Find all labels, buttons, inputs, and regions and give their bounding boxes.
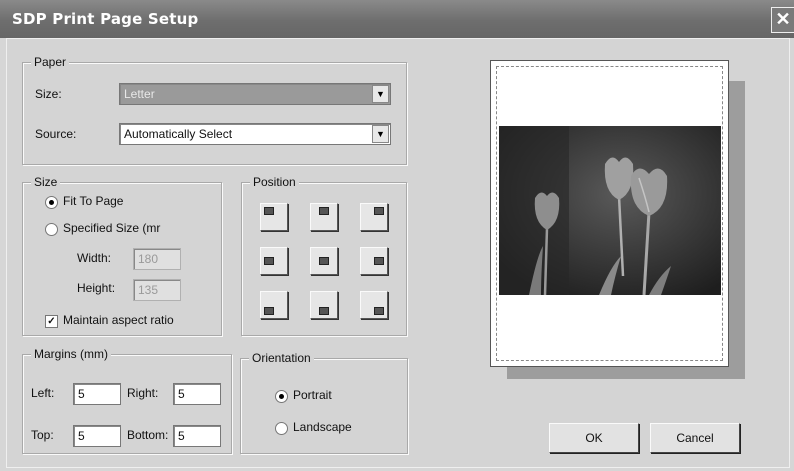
width-field[interactable]: 180 <box>133 248 181 270</box>
width-value: 180 <box>138 252 159 266</box>
bottom-margin-field[interactable]: 5 <box>173 425 221 447</box>
specified-size-radio[interactable] <box>45 223 58 236</box>
image-icon <box>374 307 384 315</box>
image-icon <box>264 307 274 315</box>
image-icon <box>264 207 274 215</box>
landscape-radio[interactable] <box>275 422 288 435</box>
fit-to-page-radio[interactable] <box>45 196 58 209</box>
height-label: Height: <box>77 281 116 295</box>
margins-group: Margins (mm) Left: 5 Right: 5 Top: 5 Bot… <box>22 347 232 454</box>
bottom-margin-value: 5 <box>178 429 185 443</box>
top-margin-field[interactable]: 5 <box>73 425 121 447</box>
image-icon <box>374 257 384 265</box>
image-icon <box>319 307 329 315</box>
position-top-left-button[interactable] <box>260 203 288 231</box>
top-margin-value: 5 <box>78 429 85 443</box>
page-preview <box>490 60 729 367</box>
ok-button[interactable]: OK <box>549 423 639 453</box>
paper-size-label: Size: <box>35 87 62 101</box>
chevron-down-icon[interactable]: ▼ <box>372 85 389 103</box>
paper-size-dropdown[interactable]: Letter ▼ <box>119 83 391 105</box>
fit-to-page-label[interactable]: Fit To Page <box>63 194 123 208</box>
position-top-center-button[interactable] <box>310 203 338 231</box>
right-margin-label: Right: <box>127 386 159 400</box>
height-value: 135 <box>138 283 159 297</box>
width-label: Width: <box>77 251 112 265</box>
position-middle-right-button[interactable] <box>360 247 388 275</box>
title-bar: SDP Print Page Setup ✕ <box>0 0 794 38</box>
position-top-right-button[interactable] <box>360 203 388 231</box>
paper-source-value: Automatically Select <box>124 127 233 141</box>
image-icon <box>319 207 329 215</box>
maintain-aspect-checkbox[interactable]: ✓ <box>45 315 58 328</box>
right-margin-field[interactable]: 5 <box>173 383 221 405</box>
position-bottom-center-button[interactable] <box>310 291 338 319</box>
size-group: Size Fit To Page Specified Size (mr Widt… <box>22 175 222 336</box>
right-margin-value: 5 <box>178 387 185 401</box>
image-icon <box>264 257 274 265</box>
paper-group: Paper Size: Letter ▼ Source: Automatical… <box>22 55 407 165</box>
bottom-margin-label: Bottom: <box>127 428 169 442</box>
margins-group-label: Margins (mm) <box>31 347 111 361</box>
image-icon <box>319 257 329 265</box>
image-icon <box>374 207 384 215</box>
specified-size-label[interactable]: Specified Size (mr <box>63 221 160 235</box>
size-group-label: Size <box>31 175 61 189</box>
orientation-group-label: Orientation <box>249 351 314 365</box>
window-title: SDP Print Page Setup <box>12 10 199 28</box>
paper-size-value: Letter <box>124 87 155 101</box>
close-icon[interactable]: ✕ <box>771 7 794 33</box>
chevron-down-icon[interactable]: ▼ <box>372 125 389 143</box>
portrait-radio[interactable] <box>275 390 288 403</box>
cancel-button[interactable]: Cancel <box>650 423 740 453</box>
position-bottom-left-button[interactable] <box>260 291 288 319</box>
top-margin-label: Top: <box>31 428 54 442</box>
position-center-button[interactable] <box>310 247 338 275</box>
position-group-label: Position <box>250 175 299 189</box>
tulips-photo <box>499 126 721 295</box>
left-margin-label: Left: <box>31 386 55 400</box>
position-bottom-right-button[interactable] <box>360 291 388 319</box>
position-middle-left-button[interactable] <box>260 247 288 275</box>
paper-source-dropdown[interactable]: Automatically Select ▼ <box>119 123 391 145</box>
orientation-group: Orientation Portrait Landscape <box>240 351 408 454</box>
landscape-label[interactable]: Landscape <box>293 420 352 434</box>
portrait-label[interactable]: Portrait <box>293 388 332 402</box>
position-group: Position <box>241 175 407 336</box>
maintain-aspect-label[interactable]: Maintain aspect ratio <box>63 313 174 327</box>
tulips-image <box>499 126 721 295</box>
left-margin-field[interactable]: 5 <box>73 383 121 405</box>
height-field[interactable]: 135 <box>133 279 181 301</box>
left-margin-value: 5 <box>78 387 85 401</box>
paper-group-label: Paper <box>31 55 70 69</box>
paper-source-label: Source: <box>35 127 77 141</box>
